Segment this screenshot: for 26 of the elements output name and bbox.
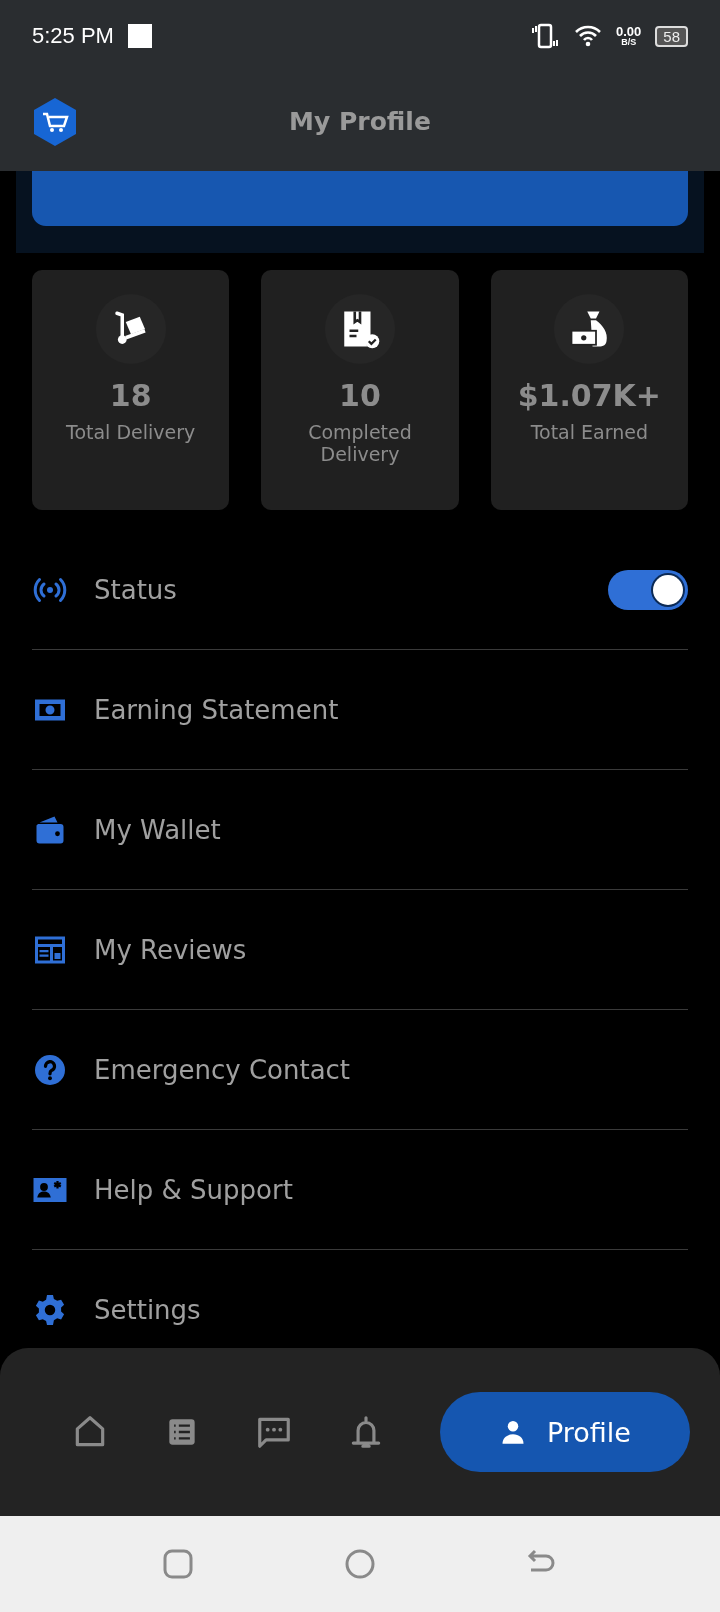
home-circle-icon[interactable] [344,1548,376,1580]
menu-item[interactable]: Settings [94,1295,688,1325]
menu-item[interactable]: Earning Statement [94,694,688,725]
stat-value: 10 [339,378,381,413]
stat-label: Total Earned [529,421,649,443]
recents-icon[interactable] [162,1548,194,1580]
nav-tab[interactable]: Profile [440,1392,690,1472]
wifi-icon [574,24,602,48]
stat-value: $1.07K+ [517,378,661,413]
battery-level: 58 [655,25,688,47]
network-speed: 0.00 [616,25,642,38]
notification-icon [127,24,152,48]
vibrate-icon [530,23,560,49]
stat-value: 18 [109,378,152,413]
speed-unit: B/S [621,38,637,47]
menu-item[interactable]: Help & Support [94,1174,688,1205]
menu-item[interactable]: My Reviews [94,934,688,965]
page-title: My Profile [289,107,431,136]
stat-label: Completed Delivery [307,421,413,465]
menu-item[interactable]: My Wallet [94,814,688,845]
status-time: 5:25 PM [32,23,114,49]
menu-item[interactable]: Emergency Contact [94,1054,688,1085]
menu-item[interactable]: Status [94,574,582,605]
stat-label: Total Delivery [65,421,197,443]
cart-logo-icon [32,96,78,147]
status-toggle[interactable] [608,569,688,610]
